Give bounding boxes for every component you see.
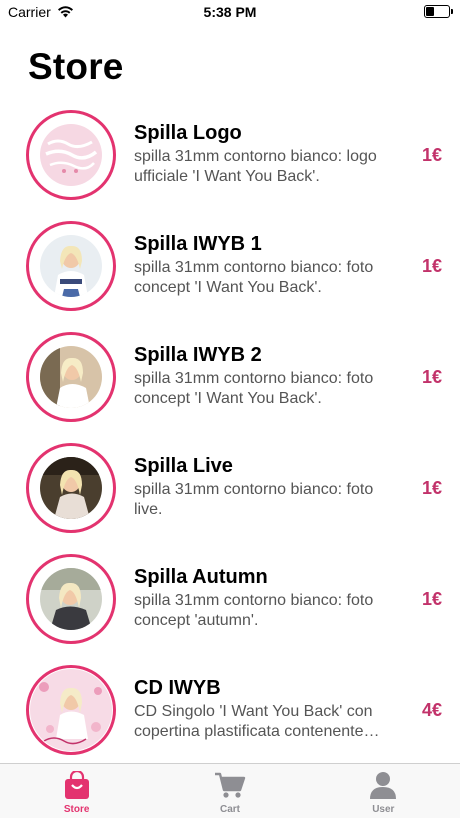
product-title: Spilla Live <box>134 455 233 477</box>
page-title: Store <box>28 46 124 87</box>
product-price: 1€ <box>421 367 442 387</box>
tab-cart[interactable]: Cart <box>153 764 306 818</box>
logo-badge-image <box>40 124 102 186</box>
user-icon <box>367 770 399 800</box>
battery-icon <box>424 5 453 18</box>
product-title: Spilla Autumn <box>134 566 268 588</box>
tab-label: Cart <box>219 804 240 815</box>
product-price: 4€ <box>421 700 442 720</box>
product-description: spilla 31mm contorno bianco: logo uffici… <box>134 148 377 185</box>
product-title: Spilla IWYB 2 <box>134 344 262 366</box>
product-description: spilla 31mm contorno bianco: foto concep… <box>134 370 374 407</box>
product-title: Spilla Logo <box>134 122 242 144</box>
product-thumbnail <box>26 332 116 422</box>
bag-icon <box>61 770 93 800</box>
product-row[interactable]: Spilla IWYB 1 spilla 31mm contorno bianc… <box>0 210 460 321</box>
product-price: 1€ <box>421 589 442 609</box>
product-thumbnail <box>26 443 116 533</box>
cart-icon <box>214 770 246 800</box>
status-time: 5:38 PM <box>203 4 257 20</box>
product-thumbnail <box>26 554 116 644</box>
photo-concept-2-image <box>40 346 102 408</box>
product-list[interactable]: Spilla Logo spilla 31mm contorno bianco:… <box>0 99 460 765</box>
product-description: CD Singolo 'I Want You Back' con coperti… <box>134 703 380 740</box>
product-description: spilla 31mm contorno bianco: foto concep… <box>134 592 374 629</box>
product-description: spilla 31mm contorno bianco: foto concep… <box>134 259 374 296</box>
photo-concept-1-image <box>40 235 102 297</box>
photo-live-image <box>40 457 102 519</box>
product-thumbnail <box>26 665 116 755</box>
product-title: CD IWYB <box>134 677 221 699</box>
product-thumbnail <box>26 221 116 311</box>
product-description: spilla 31mm contorno bianco: foto live. <box>134 481 374 518</box>
product-row[interactable]: Spilla IWYB 2 spilla 31mm contorno bianc… <box>0 321 460 432</box>
photo-autumn-image <box>40 568 102 630</box>
product-row[interactable]: Spilla Live spilla 31mm contorno bianco:… <box>0 432 460 543</box>
tab-label: Store <box>63 804 90 815</box>
tab-store[interactable]: Store <box>0 764 153 818</box>
product-price: 1€ <box>421 256 442 276</box>
product-row[interactable]: CD IWYB CD Singolo 'I Want You Back' con… <box>0 654 460 765</box>
tab-bar: Store Cart User <box>0 763 460 818</box>
product-title: Spilla IWYB 1 <box>134 233 262 255</box>
product-price: 1€ <box>421 478 442 498</box>
product-price: 1€ <box>421 145 442 165</box>
cd-cover-image <box>30 669 112 751</box>
product-thumbnail <box>26 110 116 200</box>
tab-user[interactable]: User <box>307 764 460 818</box>
status-bar: Carrier 5:38 PM <box>0 0 460 24</box>
product-row[interactable]: Spilla Autumn spilla 31mm contorno bianc… <box>0 543 460 654</box>
product-row[interactable]: Spilla Logo spilla 31mm contorno bianco:… <box>0 99 460 210</box>
tab-label: User <box>372 804 395 815</box>
